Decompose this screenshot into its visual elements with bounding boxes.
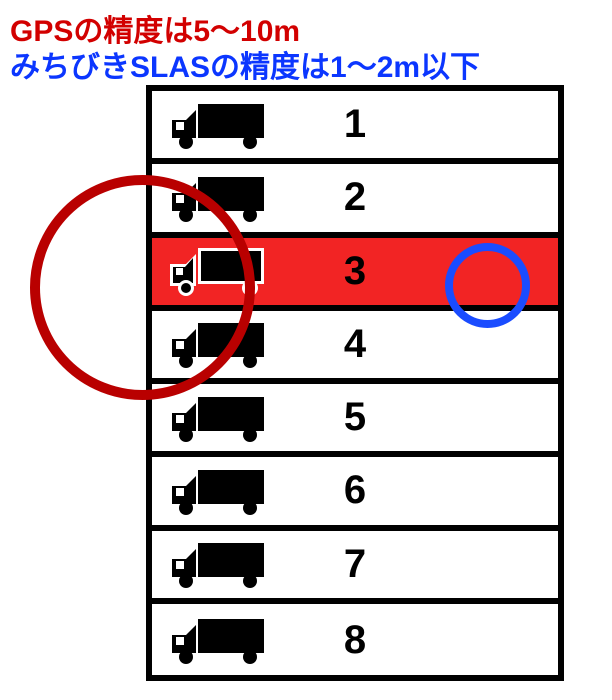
berth-row: 8 [152,604,558,677]
berth-row: 7 [152,531,558,604]
berth-number: 7 [158,542,552,587]
berth-number: 5 [158,395,552,440]
berth-number: 6 [158,468,552,513]
berth-number: 8 [158,618,552,663]
berth-number: 1 [158,102,552,147]
berth-row: 6 [152,457,558,530]
slas-accuracy-title: みちびきSLASの精度は1～2m以下 [10,42,480,86]
slas-accuracy-circle [445,243,530,328]
berth-row: 5 [152,384,558,457]
diagram-canvas: GPSの精度は5～10m みちびきSLASの精度は1～2m以下 1 [0,0,612,700]
berth-row: 1 [152,91,558,164]
truck-berth-table: 1 2 [146,85,564,681]
gps-accuracy-circle [30,175,255,400]
